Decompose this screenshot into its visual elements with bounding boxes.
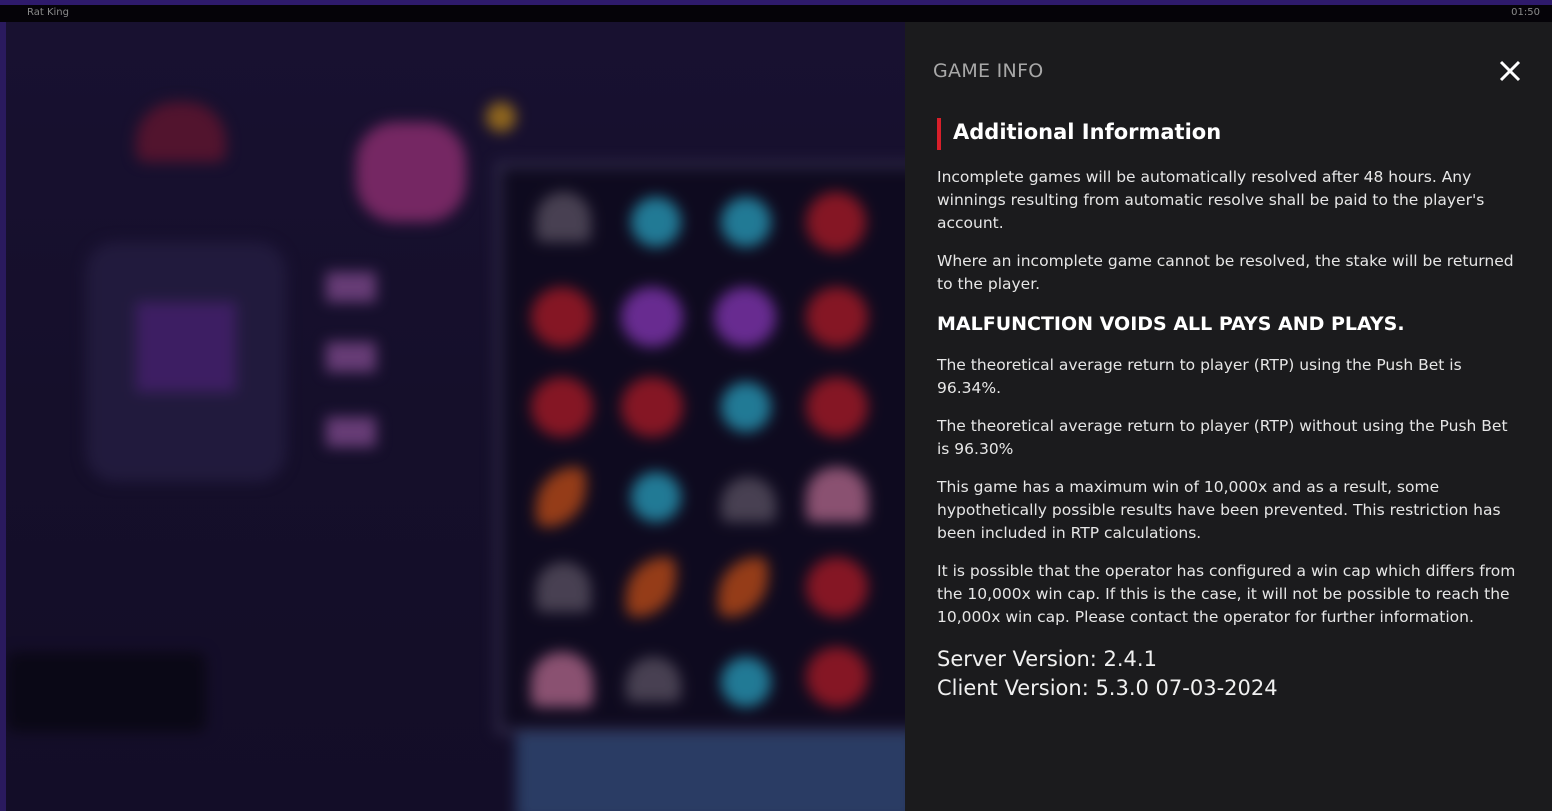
- blurred-game-background: [6, 22, 906, 811]
- window-title-bar: Rat King 01:50: [0, 0, 1552, 22]
- server-version: Server Version: 2.4.1: [937, 647, 1157, 671]
- paragraph-rtp-no-push-bet: The theoretical average return to player…: [937, 417, 1508, 458]
- close-icon: [1499, 60, 1521, 82]
- section-heading: Additional Information: [937, 118, 1221, 150]
- paragraph-win-cap: It is possible that the operator has con…: [937, 562, 1516, 626]
- window-title: Rat King: [27, 7, 69, 18]
- version-info: Server Version: 2.4.1 Client Version: 5.…: [937, 645, 1517, 703]
- malfunction-warning: MALFUNCTION VOIDS ALL PAYS AND PLAYS.: [937, 313, 1405, 335]
- paragraph-max-win: This game has a maximum win of 10,000x a…: [937, 478, 1501, 542]
- panel-title: GAME INFO: [933, 60, 1044, 82]
- client-version: Client Version: 5.3.0 07-03-2024: [937, 676, 1278, 700]
- paragraph-rtp-push-bet: The theoretical average return to player…: [937, 356, 1462, 397]
- close-button[interactable]: [1495, 56, 1525, 86]
- clock: 01:50: [1511, 7, 1540, 18]
- info-content: Incomplete games will be automatically r…: [937, 166, 1517, 703]
- game-info-panel: GAME INFO Additional Information Incompl…: [905, 22, 1552, 811]
- paragraph-incomplete-games: Incomplete games will be automatically r…: [937, 168, 1485, 232]
- paragraph-stake-returned: Where an incomplete game cannot be resol…: [937, 252, 1514, 293]
